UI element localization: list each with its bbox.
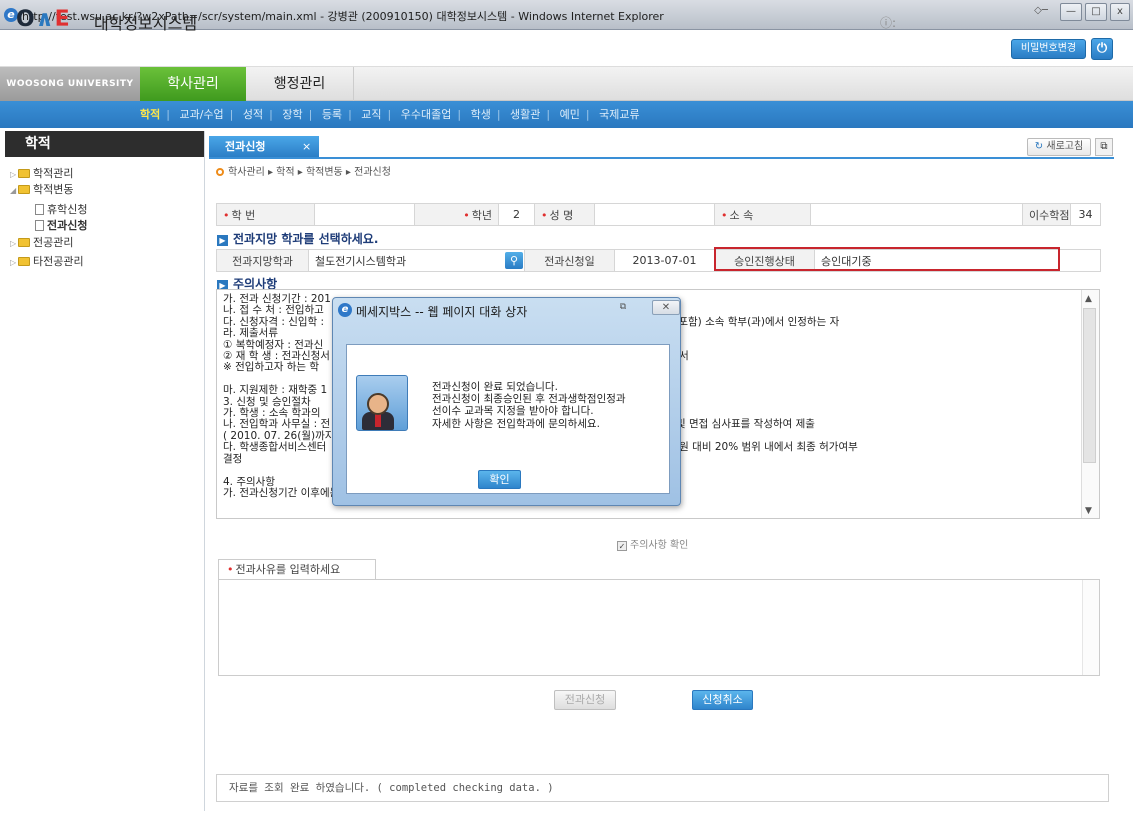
search-department-icon[interactable]: ⚲ xyxy=(505,252,523,269)
expand-arrow-icon: ▷ xyxy=(10,170,17,179)
user-tie-icon xyxy=(375,413,381,427)
student-id-label: • 학 번 xyxy=(216,203,315,226)
change-password-button[interactable]: 비밀번호변경 xyxy=(1011,39,1086,59)
reason-scrollbar[interactable] xyxy=(1082,580,1099,675)
folder-icon xyxy=(18,185,30,194)
apply-transfer-button[interactable]: 전과신청 xyxy=(554,690,616,710)
subnav-item-early-graduation[interactable]: 우수대졸업 xyxy=(401,108,452,121)
university-name: WOOSONG UNIVERSITY xyxy=(0,67,140,101)
breadcrumb-text: 학사관리 ▸ 학적 ▸ 학적변동 ▸ 전과신청 xyxy=(228,167,391,178)
select-department-heading: ▶ 전과지망 학과를 선택하세요. xyxy=(217,230,378,247)
sidebar-item-hakjeok-management[interactable]: ▷ 학적관리 xyxy=(10,166,73,181)
cancel-application-button[interactable]: 신청취소 xyxy=(692,690,753,710)
subnav-item-scholarship[interactable]: 장학 xyxy=(282,108,302,121)
expand-arrow-icon: ▷ xyxy=(10,258,17,267)
name-label: • 성 명 xyxy=(534,203,595,226)
desired-department-value[interactable]: 철도전기시스템학과 xyxy=(308,249,525,272)
sidebar-divider xyxy=(204,131,205,811)
dialog-title: 메세지박스 -- 웹 페이지 대화 상자 xyxy=(356,305,528,319)
sidebar-item-label: 휴학신청 xyxy=(47,203,88,216)
sidebar-item-transfer-application[interactable]: 전과신청 xyxy=(35,218,87,233)
folder-icon xyxy=(18,238,30,247)
notice-scroll-thumb[interactable] xyxy=(1083,308,1096,463)
grade-label: • 학년 xyxy=(414,203,499,226)
maximize-button[interactable]: □ xyxy=(1085,3,1107,21)
tab-underline xyxy=(209,157,1114,159)
section-bullet-icon: ▶ xyxy=(217,235,228,246)
credits-label: 이수학점 xyxy=(1022,203,1071,226)
subnav-item-hakjeok[interactable]: 학적 xyxy=(140,108,160,121)
folder-icon xyxy=(18,257,30,266)
sidebar-title: 학적 xyxy=(5,131,205,157)
user-indicator-icon: ⓘ: xyxy=(880,16,897,30)
name-value xyxy=(594,203,715,226)
brand-bar xyxy=(0,30,1133,67)
grade-value: 2 xyxy=(498,203,535,226)
apply-date-value: 2013-07-01 xyxy=(614,249,715,272)
collapse-arrow-icon: ◢ xyxy=(10,186,17,195)
reason-label: • 전과사유를 입력하세요 xyxy=(218,559,376,580)
system-title: 대학정보시스템 xyxy=(94,14,198,33)
dialog-restore-icon[interactable]: ⧉ xyxy=(613,300,633,315)
subnav-item-international[interactable]: 국제교류 xyxy=(599,108,639,121)
student-info-table: • 학 번 • 학년 2 • 성 명 • 소 속 이수학점 34 xyxy=(216,203,1101,226)
expand-arrow-icon: ▷ xyxy=(10,239,17,248)
logo: O∧Ε xyxy=(16,7,71,32)
tab-academic-management[interactable]: 학사관리 xyxy=(140,67,246,101)
sidebar-item-label: 전과신청 xyxy=(47,219,88,232)
user-head-icon xyxy=(367,393,389,415)
refresh-button[interactable]: ↻ 새로고침 xyxy=(1027,138,1091,156)
folder-icon xyxy=(18,169,30,178)
subnav-item-course[interactable]: 교과/수업 xyxy=(179,108,223,121)
checkbox-label: 주의사항 확인 xyxy=(630,540,689,551)
desired-department-label: 전과지망학과 xyxy=(216,249,309,272)
breadcrumb-bullet-icon xyxy=(216,168,224,176)
subnav-item-dormitory[interactable]: 생활관 xyxy=(510,108,540,121)
subnav-item-reserve[interactable]: 예민 xyxy=(560,108,580,121)
department-label: • 소 속 xyxy=(714,203,811,226)
dialog-close-button[interactable]: ✕ xyxy=(652,300,680,315)
close-tab-icon[interactable]: × xyxy=(302,136,316,158)
sidebar-item-hakjeok-change[interactable]: ◢ 학적변동 xyxy=(10,182,73,197)
sub-nav-items: 학적 | 교과/수업 | 성적 | 장학 | 등록 | 교직 | 우수대졸업 | 학생 | 생활… xyxy=(140,108,640,121)
app-window: e http://test.wsu.ac.kr/?w2xPath=/scr/sy… xyxy=(0,0,1133,815)
apply-date-label: 전과신청일 xyxy=(524,249,615,272)
sidebar-item-label: 학적변동 xyxy=(33,183,74,196)
copy-icon[interactable]: ⧉ xyxy=(1095,138,1113,156)
subnav-item-grades[interactable]: 성적 xyxy=(243,108,263,121)
subnav-item-registration[interactable]: 등록 xyxy=(322,108,342,121)
checkbox-check-icon: ✓ xyxy=(617,541,627,551)
reason-textarea[interactable] xyxy=(218,579,1100,676)
document-icon xyxy=(35,204,44,215)
logout-power-icon[interactable]: ⏻ xyxy=(1091,38,1113,60)
refresh-label: 새로고침 xyxy=(1046,141,1084,152)
notice-confirm-checkbox[interactable]: ✓ 주의사항 확인 xyxy=(617,536,688,551)
scroll-up-icon[interactable]: ▲ xyxy=(1085,294,1092,304)
sidebar-item-label: 학적관리 xyxy=(33,167,74,180)
credits-value: 34 xyxy=(1070,203,1101,226)
ie-logo-icon: e xyxy=(338,303,352,317)
document-icon xyxy=(35,220,44,231)
dialog-ok-button[interactable]: 확인 xyxy=(478,470,521,489)
subnav-item-student[interactable]: 학생 xyxy=(471,108,491,121)
subnav-item-teaching[interactable]: 교직 xyxy=(361,108,381,121)
help-indicator-icon: ◇─ xyxy=(1034,5,1048,16)
scroll-down-icon[interactable]: ▼ xyxy=(1085,506,1092,516)
tab-admin-management[interactable]: 행정관리 xyxy=(246,67,354,101)
student-id-value xyxy=(314,203,415,226)
sidebar-item-label: 전공관리 xyxy=(33,236,74,249)
minimize-button[interactable]: — xyxy=(1060,3,1082,21)
dialog-message: 전과신청이 완료 되었습니다. 전과신청이 최종승인된 후 전과생학점인정과 선… xyxy=(432,381,626,430)
sidebar-item-label: 타전공관리 xyxy=(33,255,84,268)
refresh-icon: ↻ xyxy=(1034,141,1044,152)
status-message: 자료를 조회 완료 하였습니다. ( completed checking da… xyxy=(216,774,1109,802)
sidebar-item-major-management[interactable]: ▷ 전공관리 xyxy=(10,235,73,250)
sidebar-item-leave-application[interactable]: 휴학신청 xyxy=(35,202,87,217)
close-window-button[interactable]: x xyxy=(1110,3,1130,21)
department-value xyxy=(810,203,1023,226)
approval-status-highlight xyxy=(714,247,1060,271)
sidebar-item-other-major[interactable]: ▷ 타전공관리 xyxy=(10,254,84,269)
breadcrumb: 학사관리 ▸ 학적 ▸ 학적변동 ▸ 전과신청 xyxy=(216,163,391,178)
